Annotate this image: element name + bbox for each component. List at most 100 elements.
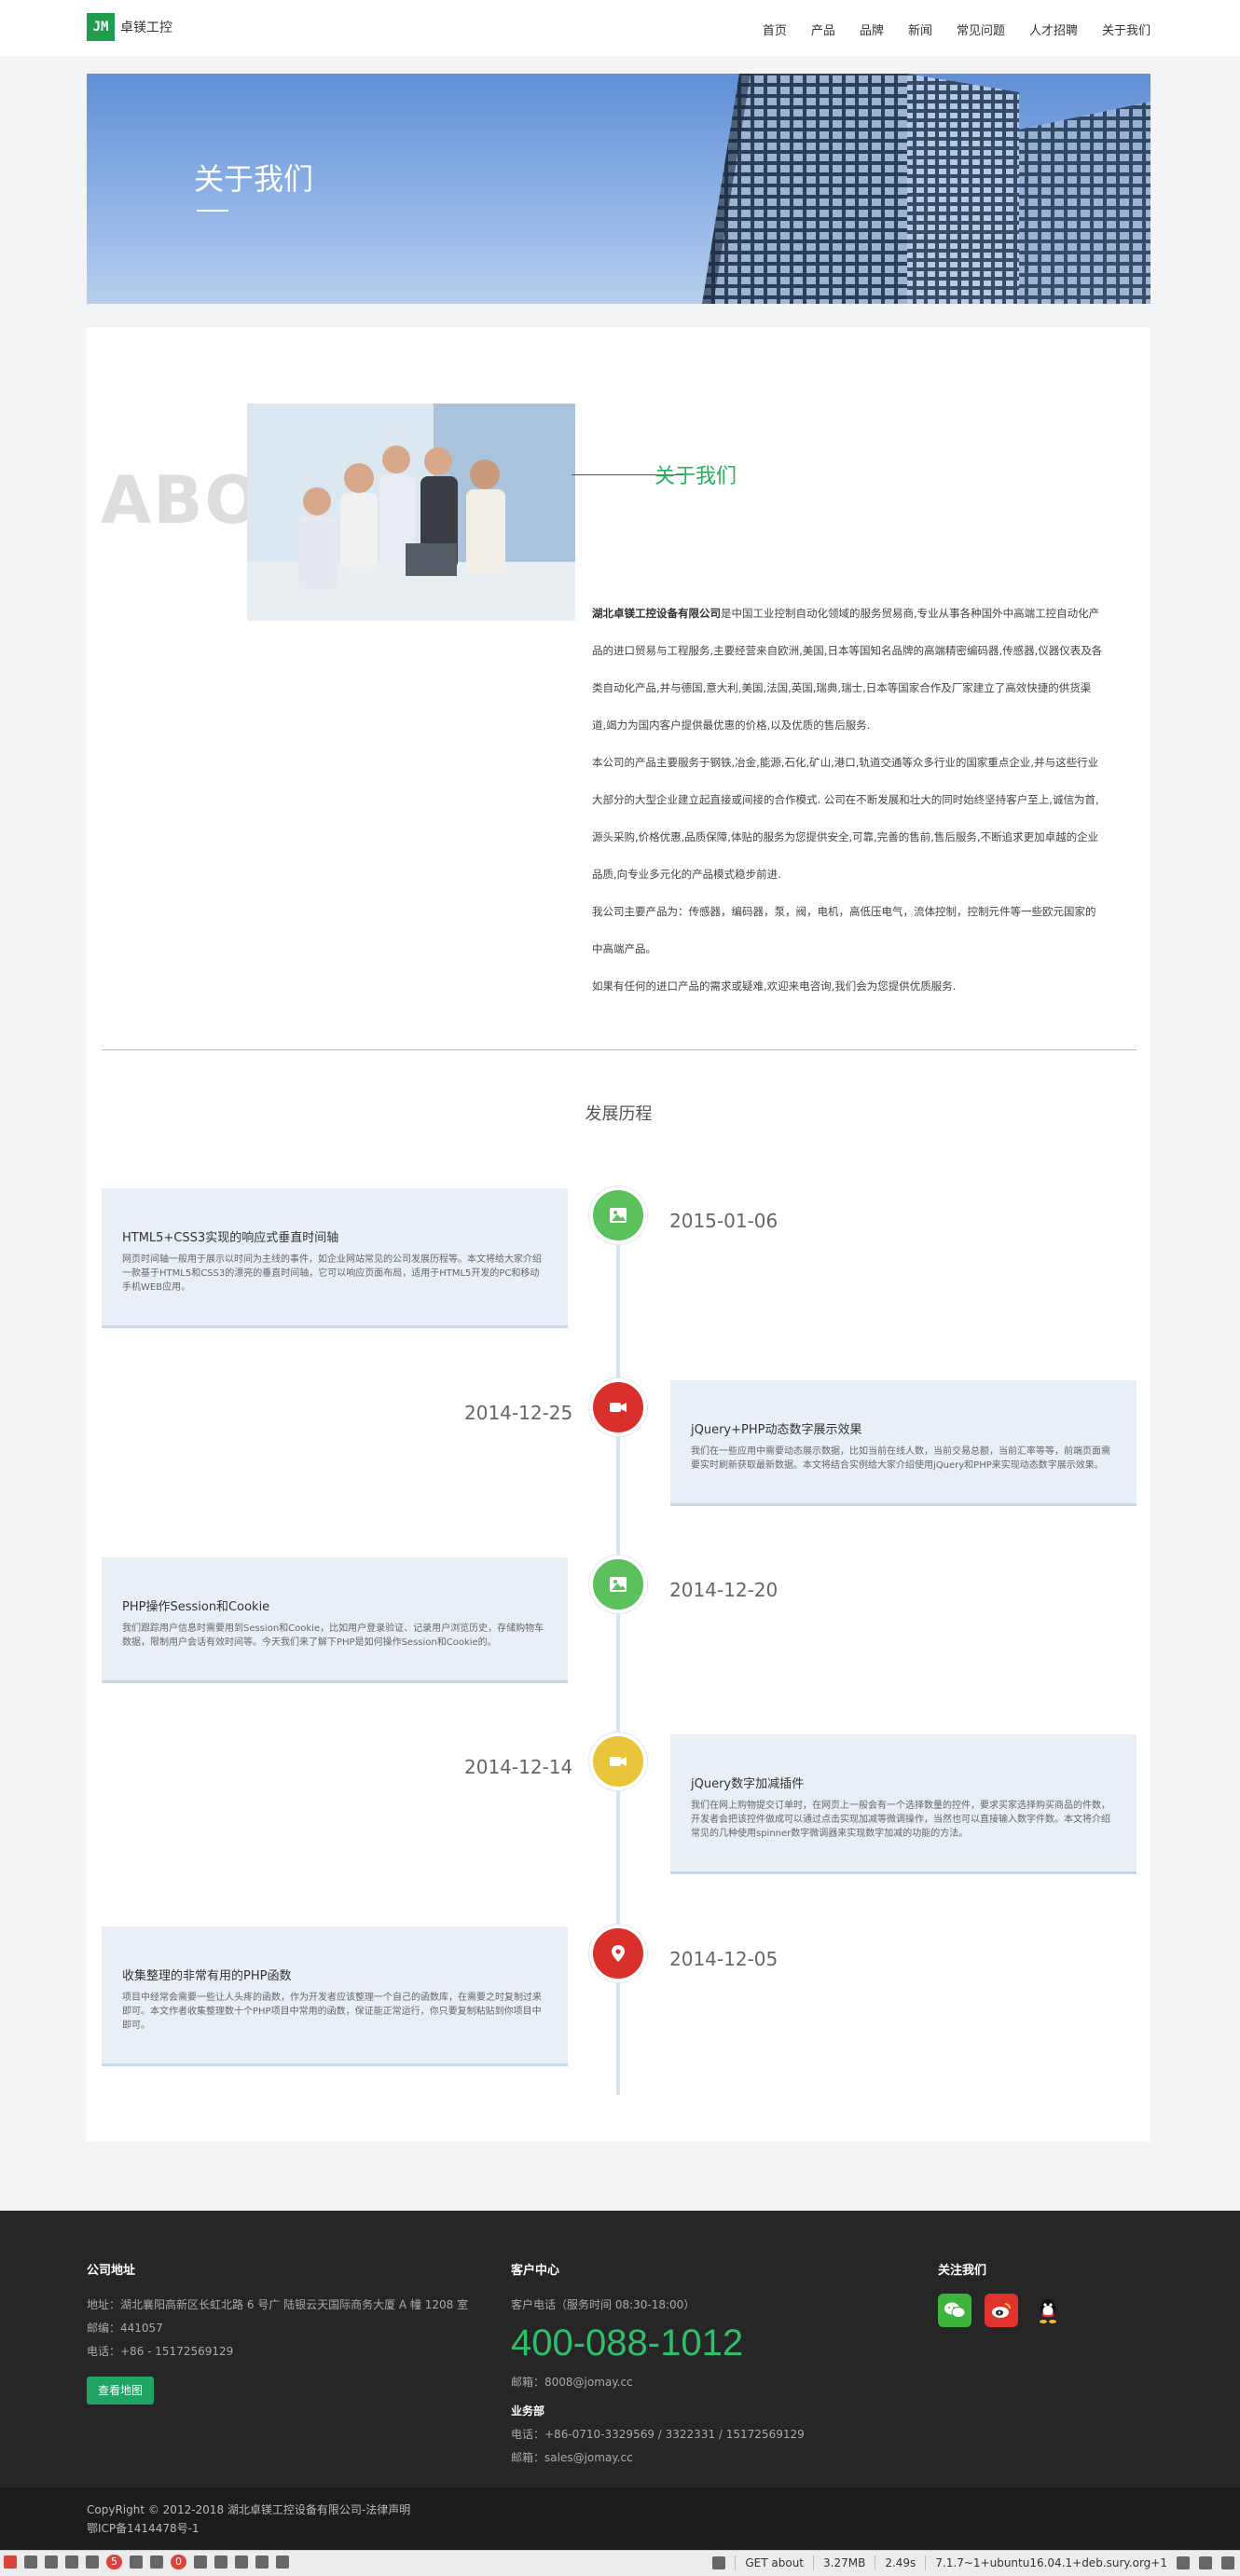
location-icon (612, 1945, 625, 1962)
debugbar-logo-icon[interactable] (4, 2555, 17, 2569)
business-title: 业务部 (511, 2405, 545, 2418)
timeline-dot (589, 1925, 647, 1982)
timeline-date: 2014-12-25 (464, 1402, 573, 1424)
footer-address: 公司地址 地址：湖北襄阳高新区长虹北路 6 号广 陆银云天国际商务大厦 A 幢 … (87, 2259, 478, 2405)
copyright-text[interactable]: CopyRight © 2012-2018 湖北卓镁工控设备有限公司-法律声明 (87, 2501, 410, 2519)
nav-careers[interactable]: 人才招聘 (1029, 21, 1078, 38)
weibo-icon[interactable] (985, 2294, 1018, 2327)
views-icon[interactable] (86, 2555, 99, 2569)
qq-icon[interactable] (1031, 2294, 1065, 2327)
footer-phone: 电话：+86 - 15172569129 (87, 2345, 234, 2358)
page: JM 卓镁工控 首页 产品 品牌 新闻 常见问题 人才招聘 关于我们 关于我们 … (0, 0, 1240, 2576)
section-divider (102, 1049, 1137, 1050)
timeline-card-title[interactable]: jQuery数字加减插件 (691, 1774, 1116, 1791)
route-icon[interactable] (130, 2555, 143, 2569)
footer-customer-center: 客户中心 客户电话（服务时间 08:30-18:00） 400-088-1012… (511, 2259, 902, 2470)
picture-icon (610, 1208, 627, 1223)
auth-icon[interactable] (214, 2555, 227, 2569)
maximize-icon[interactable] (1199, 2556, 1212, 2569)
video-icon (610, 1403, 627, 1412)
messages-icon[interactable] (24, 2555, 37, 2569)
timeline-dot (589, 1186, 647, 1244)
timeline-icon[interactable] (45, 2555, 58, 2569)
about-paragraph-4: 如果有任何的进口产品的需求或疑难,欢迎来电咨询,我们会为您提供优质服务. (592, 980, 957, 993)
views-count-badge: 5 (106, 2555, 122, 2569)
user-icon[interactable] (712, 2556, 726, 2569)
timeline-card-title[interactable]: PHP操作Session和Cookie (122, 1596, 547, 1614)
minimize-icon[interactable] (1221, 2556, 1234, 2569)
timeline-card-title[interactable]: 收集整理的非常有用的PHP函数 (122, 1966, 547, 1983)
timeline-date: 2014-12-05 (669, 1948, 778, 1970)
footer-follow-title: 关注我们 (938, 2264, 987, 2278)
timeline-card-title[interactable]: jQuery+PHP动态数字展示效果 (691, 1419, 1116, 1437)
site-header: JM 卓镁工控 首页 产品 品牌 新闻 常见问题 人才招聘 关于我们 (0, 0, 1240, 56)
video-icon (610, 1757, 627, 1766)
icp-record[interactable]: 鄂ICP备1414478号-1 (87, 2519, 410, 2538)
nav-faq[interactable]: 常见问题 (957, 21, 1005, 38)
queries-count-badge: 0 (171, 2555, 186, 2569)
banner-underline (197, 210, 228, 212)
timeline-card[interactable]: PHP操作Session和Cookie 我们跟踪用户信息时需要用到Session… (102, 1557, 568, 1683)
debug-toolbar: 5 0 GET about 3.27MB 2.49s 7.1.7~1+ubunt… (0, 2550, 1240, 2576)
timeline-card[interactable]: jQuery+PHP动态数字展示效果 我们在一些应用中需要动态展示数据，比如当前… (670, 1380, 1137, 1506)
service-time: 客户电话（服务时间 08:30-18:00） (511, 2298, 696, 2311)
mails-icon[interactable] (194, 2555, 207, 2569)
exceptions-icon[interactable] (65, 2555, 78, 2569)
queries-icon[interactable] (150, 2555, 163, 2569)
timeline-date: 2015-01-06 (669, 1210, 778, 1232)
company-name: 湖北卓镁工控设备有限公司 (592, 607, 721, 620)
timeline-card-desc: 我们在网上购物提交订单时，在网页上一般会有一个选择数量的控件，要求买家选择购买商… (691, 1801, 1110, 1839)
debugbar-separator (735, 2555, 737, 2570)
timeline-card[interactable]: jQuery数字加减插件 我们在网上购物提交订单时，在网页上一般会有一个选择数量… (670, 1734, 1137, 1874)
footer-address-title: 公司地址 (87, 2264, 136, 2278)
debug-toolbar-status: GET about 3.27MB 2.49s 7.1.7~1+ubuntu16.… (712, 2555, 1234, 2570)
request-icon[interactable] (276, 2555, 289, 2569)
about-paragraph-1: 湖北卓镁工控设备有限公司是中国工业控制自动化领域的服务贸易商,专业从事各种国外中… (592, 607, 1103, 732)
debugbar-separator (925, 2555, 927, 2570)
nav-about[interactable]: 关于我们 (1102, 21, 1150, 38)
site-logo[interactable]: JM 卓镁工控 (87, 13, 172, 41)
wechat-icon[interactable] (938, 2294, 971, 2327)
service-email[interactable]: 邮箱：8008@jomay.cc (511, 2371, 902, 2394)
timeline-dot (589, 1733, 647, 1790)
site-footer: 公司地址 地址：湖北襄阳高新区长虹北路 6 号广 陆银云天国际商务大厦 A 幢 … (0, 2211, 1240, 2487)
view-map-button[interactable]: 查看地图 (87, 2377, 155, 2405)
nav-news[interactable]: 新闻 (908, 21, 932, 38)
hotline-number[interactable]: 400-088-1012 (511, 2319, 902, 2367)
timeline-card-title[interactable]: HTML5+CSS3实现的响应式垂直时间轴 (122, 1227, 547, 1245)
business-email[interactable]: 邮箱：sales@jomay.cc (511, 2446, 902, 2470)
timeline-date: 2014-12-20 (669, 1579, 778, 1601)
page-banner: 关于我们 (87, 74, 1150, 304)
nav-brands[interactable]: 品牌 (860, 21, 884, 38)
copyright: CopyRight © 2012-2018 湖北卓镁工控设备有限公司-法律声明 … (87, 2501, 410, 2538)
gate-icon[interactable] (235, 2555, 248, 2569)
nav-products[interactable]: 产品 (811, 21, 835, 38)
logo-mark: JM (87, 13, 115, 41)
about-watermark: ABOUT (101, 462, 250, 539)
footer-postcode: 邮编：441057 (87, 2322, 163, 2335)
timeline-card[interactable]: 收集整理的非常有用的PHP函数 项目中经常会需要一些让人头疼的函数，作为开发者应… (102, 1926, 568, 2066)
request-method[interactable]: GET about (745, 2556, 804, 2569)
timeline-card-desc: 网页时间轴一般用于展示以时间为主线的事件，如企业网站常见的公司发展历程等。本文将… (122, 1254, 542, 1293)
php-version: 7.1.7~1+ubuntu16.04.1+deb.sury.org+1 (935, 2556, 1167, 2569)
timeline-card-desc: 我们在一些应用中需要动态展示数据，比如当前在线人数，当前交易总额，当前汇率等等，… (691, 1446, 1110, 1471)
timeline-dot (589, 1378, 647, 1436)
request-duration: 2.49s (885, 2556, 916, 2569)
about-paragraph-3: 我公司主要产品为：传感器，编码器，泵，阀，电机，高低压电气，流体控制，控制元件等… (592, 905, 1096, 955)
about-paragraph-2: 本公司的产品主要服务于钢铁,冶金,能源,石化,矿山,港口,轨道交通等众多行业的国… (592, 756, 1099, 881)
timeline-date: 2014-12-14 (464, 1756, 573, 1778)
session-icon[interactable] (255, 2555, 269, 2569)
footer-address-line: 地址：湖北襄阳高新区长虹北路 6 号广 陆银云天国际商务大厦 A 幢 1208 … (87, 2298, 469, 2311)
social-links (938, 2294, 1124, 2327)
about-section: ABOUT 关于我们 湖北卓镁工控设备有限公司是中国工业控制自动化领域的服务贸易… (87, 327, 1150, 2142)
timeline-card[interactable]: HTML5+CSS3实现的响应式垂直时间轴 网页时间轴一般用于展示以时间为主线的… (102, 1188, 568, 1328)
footer-follow: 关注我们 (938, 2259, 1124, 2327)
logo-text: 卓镁工控 (120, 21, 172, 35)
team-photo-illustration (247, 404, 575, 621)
timeline-card-desc: 我们跟踪用户信息时需要用到Session和Cookie，比如用户登录验证、记录用… (122, 1624, 544, 1648)
about-heading: 关于我们 (654, 465, 737, 488)
main-nav: 首页 产品 品牌 新闻 常见问题 人才招聘 关于我们 (738, 21, 1150, 38)
open-folder-icon[interactable] (1177, 2556, 1190, 2569)
timeline-dot (589, 1555, 647, 1613)
nav-home[interactable]: 首页 (763, 21, 787, 38)
